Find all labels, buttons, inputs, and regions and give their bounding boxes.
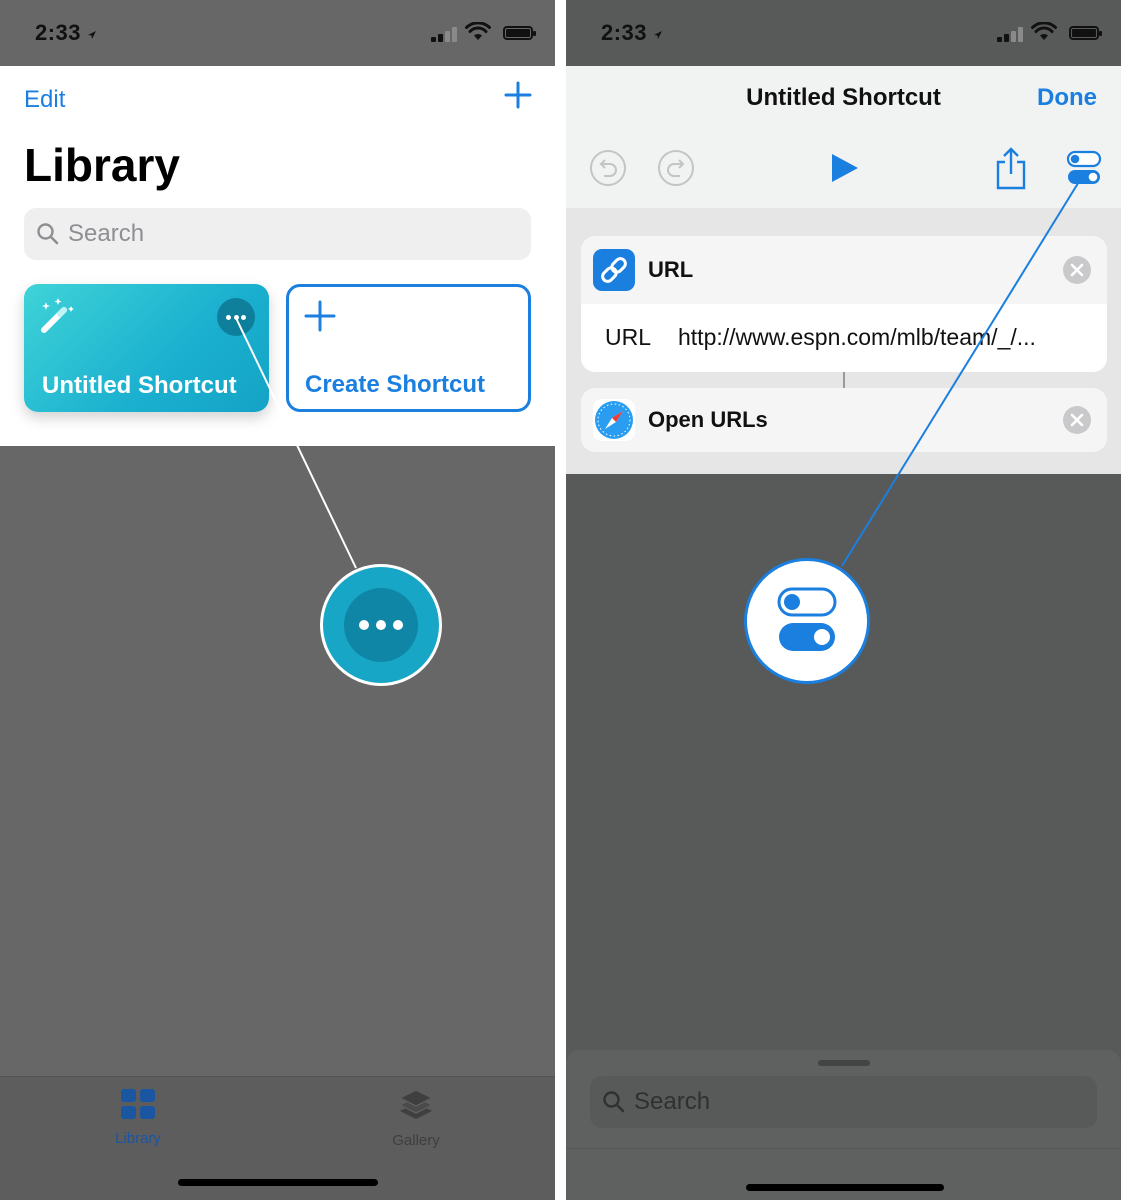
untitled-shortcut-card[interactable]: Untitled Shortcut [24,284,269,412]
settings-toggle-icon [777,587,837,651]
tab-gallery[interactable]: Gallery [356,1089,476,1149]
url-param-row[interactable]: URL http://www.espn.com/mlb/team/_/... [581,304,1107,372]
undo-icon[interactable] [588,148,628,188]
search-input[interactable]: Search [24,208,531,260]
url-action-title: URL [648,257,694,282]
add-icon[interactable] [503,80,533,110]
library-header: Edit Library Search Untitled Shortcut Cr… [0,66,555,446]
play-icon[interactable] [828,152,860,184]
tab-library[interactable]: Library [78,1089,198,1147]
url-param-label: URL [605,324,652,350]
done-button[interactable]: Done [1037,84,1097,112]
sheet-divider [566,1148,1121,1149]
share-icon[interactable] [994,146,1028,190]
shortcut-name: Untitled Shortcut [42,372,237,399]
wifi-icon [1031,22,1057,40]
settings-toggle-callout [744,558,870,684]
layers-icon [398,1089,434,1119]
magic-wand-icon [41,298,74,333]
remove-open-urls-icon[interactable] [1063,406,1091,434]
edit-button[interactable]: Edit [24,86,65,114]
status-time: 2:33 [601,20,663,46]
page-title: Library [24,139,180,191]
create-shortcut-card[interactable]: Create Shortcut [286,284,531,412]
actions-search-placeholder: Search [634,1088,711,1115]
plus-icon [304,300,336,332]
editor-screen: 2:33 Untitled Shortcut Done URL URL http… [566,0,1121,1200]
search-icon [603,1091,625,1113]
action-connector [843,372,845,388]
sheet-grabber[interactable] [818,1060,870,1066]
grid-icon [121,1089,155,1119]
cellular-signal-icon [431,26,457,42]
home-indicator [178,1179,378,1186]
library-screen: 2:33 Edit Library Search Untitled Shortc… [0,0,555,1200]
search-icon [37,223,59,245]
battery-icon [1069,26,1102,40]
wifi-icon [465,22,491,40]
open-urls-action[interactable]: Open URLs [581,388,1107,452]
url-action[interactable]: URL URL http://www.espn.com/mlb/team/_/.… [581,236,1107,372]
search-placeholder: Search [68,220,145,247]
status-bar: 2:33 [566,0,1121,66]
location-arrow-icon [88,31,97,39]
url-param-value[interactable]: http://www.espn.com/mlb/team/_/... [678,324,1036,351]
more-options-callout [320,564,442,686]
open-urls-title: Open URLs [648,407,768,432]
remove-url-action-icon[interactable] [1063,256,1091,284]
editor-header: Untitled Shortcut Done [566,66,1121,208]
more-options-button[interactable] [217,298,255,336]
location-arrow-icon [654,31,663,39]
actions-sheet: Search [566,1050,1121,1200]
battery-icon [503,26,536,40]
safari-icon [593,399,635,441]
status-time: 2:33 [35,20,97,46]
cellular-signal-icon [997,26,1023,42]
create-shortcut-label: Create Shortcut [305,371,486,398]
actions-search-input[interactable]: Search [590,1076,1097,1128]
home-indicator [746,1184,944,1191]
actions-area: URL URL http://www.espn.com/mlb/team/_/.… [566,208,1121,474]
link-icon [593,249,635,291]
tab-gallery-label: Gallery [392,1132,440,1149]
tab-library-label: Library [115,1130,161,1147]
status-bar: 2:33 [0,0,555,66]
redo-icon[interactable] [656,148,696,188]
settings-toggle-icon[interactable] [1066,150,1102,186]
more-options-icon [344,588,418,662]
